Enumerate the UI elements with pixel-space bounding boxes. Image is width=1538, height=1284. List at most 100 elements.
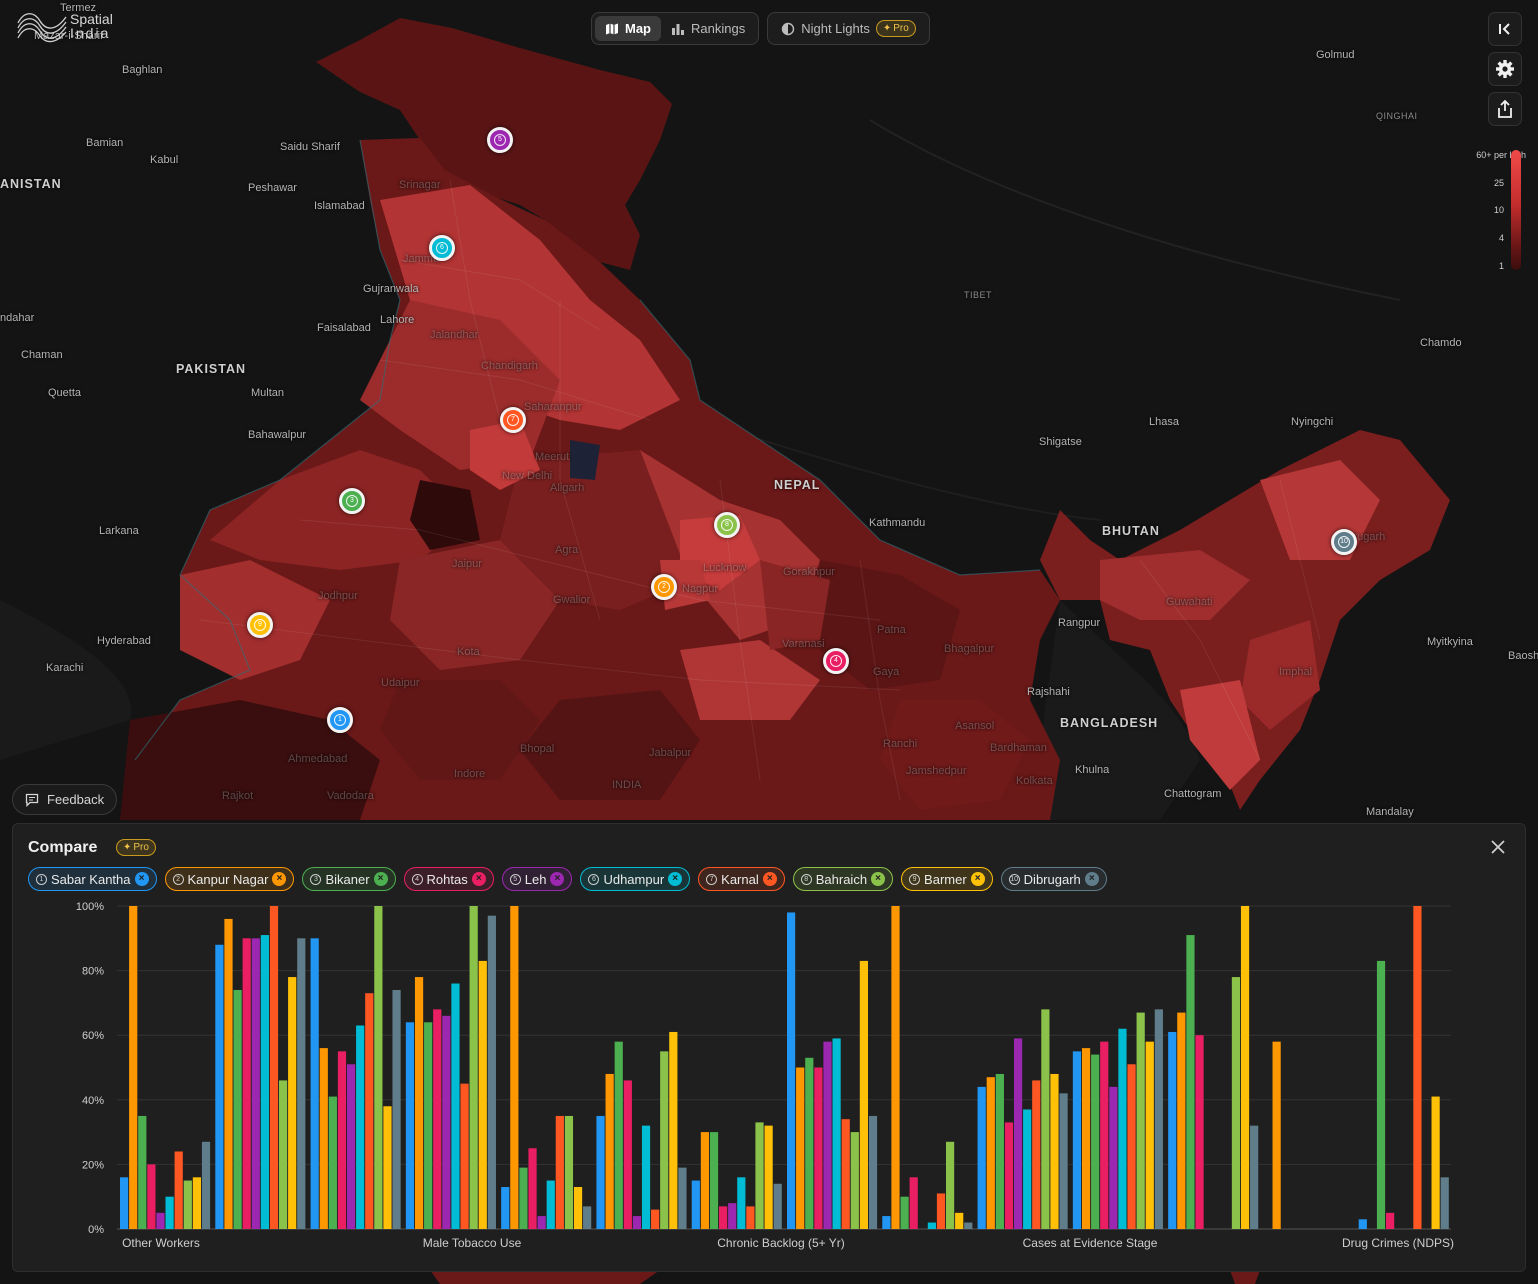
bar[interactable] (977, 1086, 986, 1229)
bar[interactable] (165, 1196, 174, 1229)
bar[interactable] (383, 1106, 392, 1229)
bar[interactable] (1440, 1177, 1449, 1229)
remove-chip-icon[interactable]: × (668, 872, 683, 886)
bar[interactable] (1413, 906, 1422, 1229)
bar[interactable] (1386, 1212, 1395, 1229)
bar[interactable] (1072, 1051, 1082, 1229)
district-chip[interactable]: 5 Leh × (501, 867, 573, 891)
bar[interactable] (1127, 1064, 1136, 1229)
bar[interactable] (147, 1164, 156, 1229)
bar[interactable] (510, 906, 519, 1229)
bar[interactable] (1023, 1109, 1032, 1229)
bar[interactable] (451, 983, 460, 1229)
bar[interactable] (278, 1080, 288, 1229)
bar[interactable] (310, 938, 319, 1229)
bar[interactable] (1240, 906, 1250, 1229)
night-lights-button[interactable]: Night Lights ✦ Pro (771, 16, 926, 41)
bar[interactable] (337, 1051, 347, 1229)
bar[interactable] (995, 1073, 1004, 1229)
bar[interactable] (859, 960, 868, 1229)
bar[interactable] (460, 1083, 469, 1229)
bar[interactable] (964, 1222, 973, 1229)
map-pin[interactable]: 3 (339, 488, 365, 514)
bar[interactable] (1013, 1038, 1023, 1229)
bar[interactable] (1177, 1012, 1186, 1229)
app-logo[interactable]: Spatial India (16, 8, 113, 44)
map-pin[interactable]: 1 (327, 707, 353, 733)
bar[interactable] (528, 1148, 537, 1229)
bar[interactable] (1109, 1086, 1118, 1229)
bar[interactable] (1231, 977, 1241, 1229)
bar[interactable] (224, 918, 233, 1229)
district-chip[interactable]: 7 Karnal × (698, 867, 785, 891)
bar[interactable] (955, 1212, 964, 1229)
bar[interactable] (328, 1096, 337, 1229)
bar[interactable] (129, 906, 138, 1229)
district-chip[interactable]: 10 Dibrugarh × (1000, 867, 1107, 891)
bar[interactable] (469, 906, 478, 1229)
map-pin[interactable]: 4 (823, 648, 849, 674)
bar[interactable] (233, 989, 242, 1229)
bar[interactable] (823, 1041, 832, 1229)
remove-chip-icon[interactable]: × (1084, 872, 1099, 886)
bar[interactable] (746, 1206, 755, 1229)
bar[interactable] (405, 1022, 415, 1229)
bar[interactable] (1154, 1009, 1163, 1229)
remove-chip-icon[interactable]: × (471, 872, 486, 886)
bar[interactable] (1136, 1012, 1145, 1229)
bar[interactable] (501, 1187, 510, 1229)
bar[interactable] (1186, 935, 1195, 1229)
bar[interactable] (546, 1180, 555, 1229)
bar[interactable] (156, 1212, 165, 1229)
bar[interactable] (1195, 1035, 1204, 1229)
collapse-panel-button[interactable] (1488, 12, 1522, 46)
bar[interactable] (605, 1073, 614, 1229)
bar[interactable] (242, 938, 251, 1229)
bar[interactable] (596, 1115, 605, 1229)
bar[interactable] (365, 993, 374, 1229)
bar[interactable] (478, 960, 487, 1229)
map-pin[interactable]: 2 (651, 574, 677, 600)
bar[interactable] (986, 1077, 995, 1229)
bar[interactable] (1168, 1031, 1177, 1229)
bar[interactable] (1059, 1093, 1068, 1229)
district-chip[interactable]: 8 Bahraich × (792, 867, 894, 891)
bar[interactable] (1118, 1028, 1127, 1229)
bar[interactable] (346, 1064, 356, 1229)
bar[interactable] (755, 1122, 764, 1229)
bar[interactable] (691, 1180, 700, 1229)
bar[interactable] (1032, 1080, 1041, 1229)
bar[interactable] (487, 915, 496, 1229)
bar[interactable] (700, 1132, 710, 1229)
district-chip[interactable]: 6 Udhampur × (580, 867, 691, 891)
bar[interactable] (1050, 1073, 1059, 1229)
bar[interactable] (424, 1022, 433, 1229)
bar[interactable] (414, 977, 424, 1229)
bar[interactable] (174, 1151, 183, 1229)
district-chip[interactable]: 3 Bikaner × (302, 867, 396, 891)
remove-chip-icon[interactable]: × (762, 872, 777, 886)
bar[interactable] (288, 977, 297, 1229)
bar[interactable] (868, 1115, 878, 1229)
bar[interactable] (1081, 1048, 1091, 1229)
tab-map[interactable]: Map (595, 16, 661, 41)
bar[interactable] (1004, 1122, 1014, 1229)
remove-chip-icon[interactable]: × (871, 872, 886, 886)
bar[interactable] (1145, 1041, 1154, 1229)
bar[interactable] (669, 1031, 678, 1229)
map-pin[interactable]: 10 (1331, 529, 1357, 555)
bar[interactable] (433, 1009, 442, 1229)
bar[interactable] (945, 1141, 955, 1229)
bar[interactable] (900, 1196, 909, 1229)
bar[interactable] (583, 1206, 592, 1229)
bar[interactable] (251, 938, 260, 1229)
map-pin[interactable]: 7 (500, 407, 526, 433)
feedback-button[interactable]: Feedback (12, 784, 118, 815)
bar[interactable] (1358, 1219, 1367, 1229)
bar[interactable] (651, 1209, 660, 1229)
bar[interactable] (183, 1180, 192, 1229)
bar[interactable] (260, 935, 269, 1229)
bar[interactable] (773, 1183, 782, 1229)
bar[interactable] (632, 1216, 642, 1229)
bar[interactable] (537, 1216, 546, 1229)
